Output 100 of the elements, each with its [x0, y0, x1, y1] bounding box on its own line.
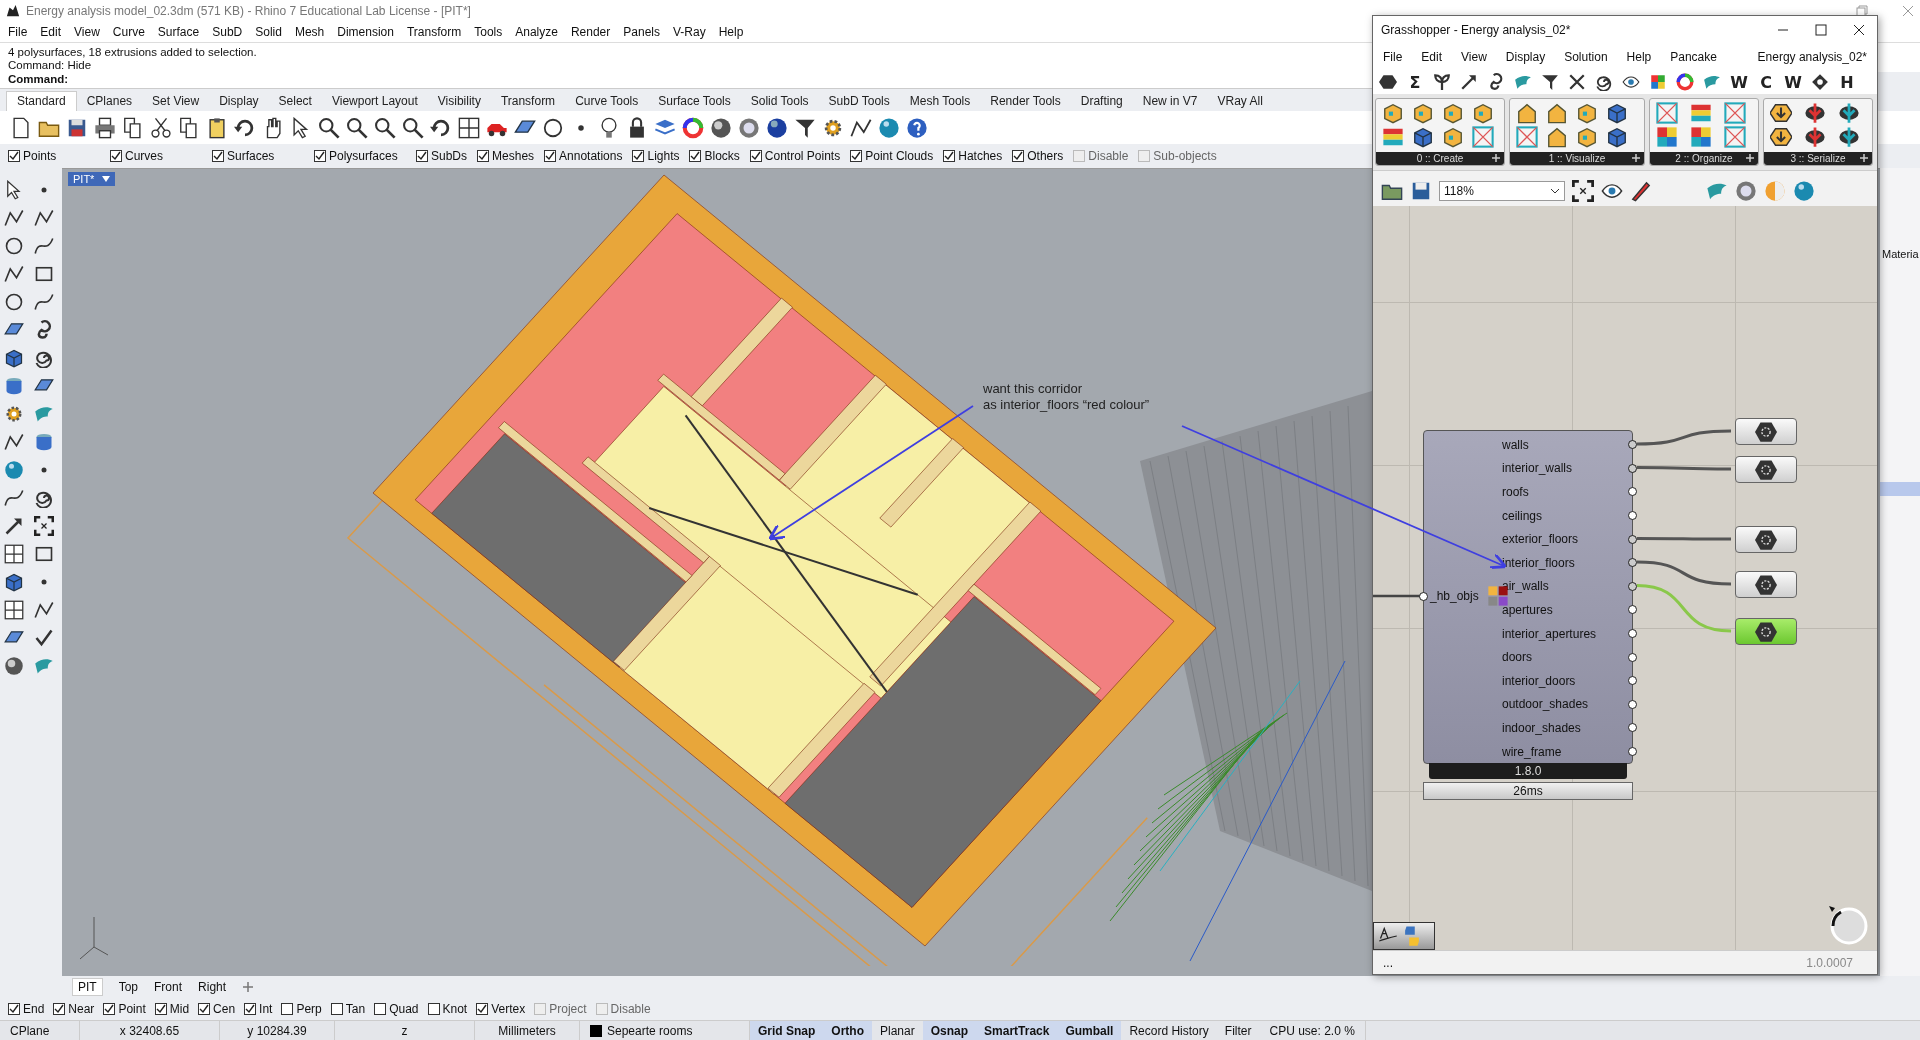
checkbox-label[interactable]: Knot [442, 1002, 468, 1016]
output-port[interactable] [1628, 581, 1637, 591]
command-field[interactable]: Command: [0, 72, 1372, 89]
menu-item[interactable]: Transform [406, 24, 462, 39]
menu-item[interactable]: Analyze [515, 24, 558, 39]
frame-icon[interactable] [1472, 125, 1494, 148]
viewport-tab[interactable]: PIT [72, 978, 103, 996]
checkbox-label[interactable]: Polysurfaces [329, 149, 398, 163]
checkbox-label[interactable]: Quad [389, 1002, 419, 1016]
output-port[interactable] [1628, 605, 1637, 615]
checkbox[interactable] [477, 150, 490, 162]
toolbar-tab[interactable]: Solid Tools [740, 92, 819, 111]
checkbox-label[interactable]: Cen [213, 1002, 236, 1016]
house-icon[interactable] [1516, 101, 1538, 124]
zoom-icon[interactable] [318, 116, 340, 139]
toolbar-tab[interactable]: Viewport Layout [321, 92, 428, 111]
preview-component[interactable] [1735, 571, 1797, 598]
output-port[interactable] [1628, 511, 1637, 521]
cross-icon[interactable] [1568, 73, 1586, 91]
grid-icon[interactable] [4, 544, 24, 564]
output-port[interactable] [1628, 487, 1637, 497]
arrow-target-icon[interactable] [1838, 125, 1860, 148]
checkbox[interactable] [632, 150, 645, 162]
light-bulb-icon[interactable] [598, 116, 620, 139]
toolbar-tab[interactable]: Select [268, 92, 322, 111]
zoom-icon[interactable] [374, 116, 396, 139]
help-icon[interactable] [906, 116, 928, 139]
checkbox-label[interactable]: Perp [296, 1002, 322, 1016]
preview-component[interactable] [1735, 618, 1797, 645]
output-port[interactable] [1628, 747, 1637, 756]
toolbar-tab[interactable]: VRay All [1207, 92, 1273, 111]
cube-icon[interactable] [1412, 101, 1434, 124]
cube-icon[interactable] [1382, 101, 1404, 124]
curve-icon[interactable] [4, 488, 24, 508]
status-toggle[interactable]: Record History [1121, 1020, 1217, 1040]
output-port[interactable] [1628, 440, 1637, 450]
viewport-title[interactable]: PIT* [68, 172, 116, 186]
frame-icon[interactable] [1724, 125, 1746, 148]
scissors-icon[interactable] [150, 116, 172, 139]
checkbox[interactable] [374, 1003, 387, 1015]
wing-icon[interactable] [1514, 73, 1532, 91]
hook-icon[interactable] [1487, 73, 1505, 91]
box-icon[interactable] [1606, 101, 1628, 124]
output-port[interactable] [1628, 534, 1637, 544]
status-toggle[interactable]: Filter [1216, 1020, 1260, 1040]
tab-letter-icon[interactable]: C [1757, 72, 1775, 92]
checkbox-label[interactable]: Blocks [704, 149, 740, 163]
checkbox-label[interactable]: Point [118, 1002, 146, 1016]
toolbar-tab[interactable]: Display [209, 92, 269, 111]
wing-icon[interactable] [34, 656, 54, 676]
checkbox[interactable] [330, 1003, 343, 1015]
arrow-icon[interactable] [4, 516, 24, 536]
box-icon[interactable] [1412, 125, 1434, 148]
caret-icon[interactable] [1550, 187, 1560, 194]
layer-field[interactable]: Sepearte rooms [580, 1020, 750, 1040]
output-port[interactable] [1628, 463, 1637, 473]
menu-item[interactable]: View [1461, 50, 1487, 64]
toolbar-tab[interactable]: SubD Tools [818, 92, 900, 111]
toolbar-tab[interactable]: Standard [6, 91, 77, 111]
gear-icon[interactable] [4, 404, 24, 424]
house-icon[interactable] [1546, 125, 1568, 148]
status-toggle[interactable]: Gumball [1057, 1020, 1122, 1040]
rectangle-icon[interactable] [34, 264, 54, 284]
toolbar-tab[interactable]: Set View [142, 92, 210, 111]
checkbox-label[interactable]: Hatches [958, 149, 1003, 163]
color-grid-icon[interactable] [1656, 125, 1678, 148]
expand-icon[interactable] [1632, 154, 1640, 162]
copy-icon[interactable] [122, 116, 144, 139]
arrow-target-icon[interactable] [1804, 101, 1826, 124]
output-port[interactable] [1628, 699, 1637, 709]
sphere-icon[interactable] [4, 656, 24, 676]
menu-item[interactable]: File [1383, 50, 1403, 64]
output-port[interactable] [1628, 676, 1637, 686]
tab-letter-icon[interactable]: W [1730, 72, 1748, 92]
curve-icon[interactable] [34, 236, 54, 256]
sphere-icon[interactable] [710, 116, 732, 139]
box-icon[interactable] [4, 572, 24, 592]
checkbox-label[interactable]: Meshes [492, 149, 535, 163]
sprout-icon[interactable] [1433, 73, 1451, 91]
cylinder-icon[interactable] [34, 432, 54, 452]
menu-item[interactable]: Panels [623, 24, 660, 39]
wing-icon[interactable] [1703, 73, 1721, 91]
toolbar-tab[interactable]: Surface Tools [648, 92, 741, 111]
checkbox[interactable] [850, 150, 863, 162]
expand-icon[interactable] [1492, 154, 1500, 162]
circle-icon[interactable] [542, 116, 564, 139]
close-icon[interactable] [1853, 24, 1865, 36]
checkbox-label[interactable]: Near [68, 1002, 95, 1016]
checkbox-label[interactable]: Annotations [559, 149, 623, 163]
spiral-icon[interactable] [1595, 73, 1613, 91]
pen-icon[interactable] [1630, 179, 1652, 202]
color-wheel-icon[interactable] [682, 116, 704, 139]
output-port[interactable] [1628, 629, 1637, 639]
viewport-tab[interactable]: Right [198, 980, 227, 994]
checkbox[interactable] [154, 1003, 167, 1015]
cube-icon[interactable] [1442, 125, 1464, 148]
output-port[interactable] [1628, 652, 1637, 662]
checkbox[interactable] [1012, 150, 1025, 162]
toolbar-tab[interactable]: Transform [490, 92, 566, 111]
zoom-extents-icon[interactable] [1572, 179, 1594, 202]
